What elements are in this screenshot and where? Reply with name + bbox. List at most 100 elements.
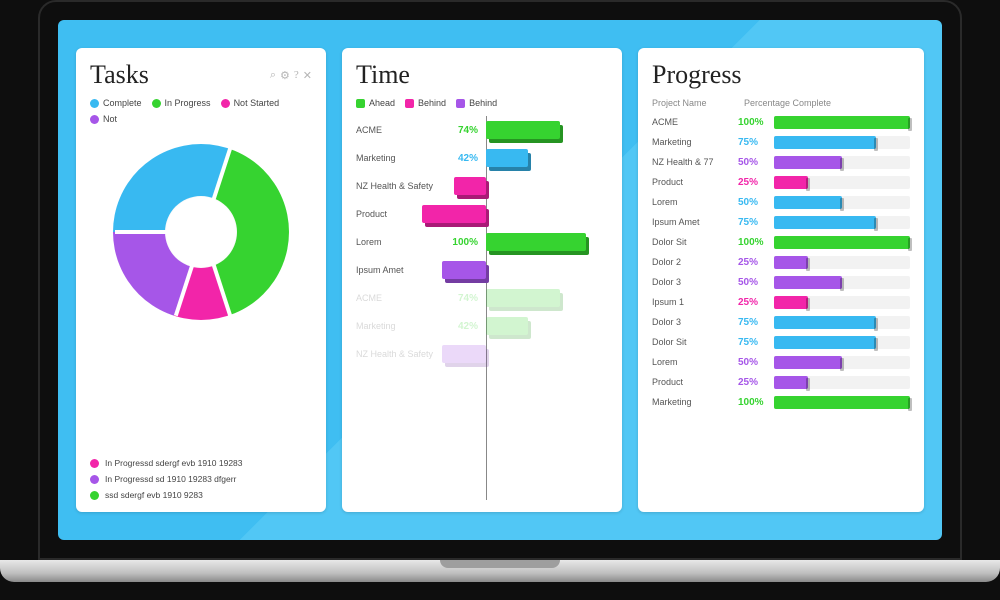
legend-item: Behind <box>405 98 446 108</box>
progress-header-pct: Percentage Complete <box>744 98 831 108</box>
progress-row-name: Ipsum Amet <box>652 217 732 227</box>
progress-row-pct: 100% <box>738 237 768 248</box>
close-icon[interactable]: ✕ <box>303 69 312 82</box>
time-row: NZ Health & Safety44% <box>356 340 608 368</box>
legend-label: Ahead <box>369 98 395 108</box>
time-row-label: NZ Health & Safety <box>356 181 440 191</box>
progress-row-pct: 50% <box>738 197 768 208</box>
legend-label: Not Started <box>234 98 280 108</box>
progress-row-pct: 75% <box>738 317 768 328</box>
laptop-frame: Tasks ⌕ ⚙ ? ✕ CompleteIn ProgressNot Sta… <box>38 0 962 560</box>
progress-fill <box>774 396 910 409</box>
progress-fill <box>774 356 842 369</box>
time-row-value: 74% <box>440 293 482 304</box>
time-bar <box>454 177 486 195</box>
progress-row: Ipsum Amet75% <box>652 212 910 232</box>
time-bar <box>442 345 486 363</box>
legend-swatch <box>90 99 99 108</box>
legend-label: Not <box>103 114 117 124</box>
progress-row: ACME 100% <box>652 112 910 132</box>
progress-fill <box>774 316 876 329</box>
progress-row-name: ACME <box>652 117 732 127</box>
legend-label: Behind <box>469 98 497 108</box>
progress-track <box>774 336 910 349</box>
progress-header: Project Name Percentage Complete <box>652 98 910 108</box>
progress-row-pct: 75% <box>738 337 768 348</box>
progress-fill <box>774 136 876 149</box>
legend-swatch <box>90 115 99 124</box>
progress-header-name: Project Name <box>652 98 732 108</box>
progress-fill <box>774 376 808 389</box>
time-bar <box>486 233 586 251</box>
tasks-card: Tasks ⌕ ⚙ ? ✕ CompleteIn ProgressNot Sta… <box>76 48 326 512</box>
progress-row: Ipsum 125% <box>652 292 910 312</box>
progress-fill <box>774 156 842 169</box>
progress-row: Dolor 3 75% <box>652 312 910 332</box>
tasks-title-row: Tasks ⌕ ⚙ ? ✕ <box>90 60 312 90</box>
progress-track <box>774 316 910 329</box>
progress-row: Dolor 225% <box>652 252 910 272</box>
search-icon[interactable]: ⌕ <box>270 69 276 82</box>
progress-track <box>774 136 910 149</box>
bullet-text: In Progressd sdergf evb 1910 19283 <box>105 458 243 468</box>
gear-icon[interactable]: ⚙ <box>280 69 290 82</box>
progress-row-pct: 25% <box>738 177 768 188</box>
time-bar <box>486 289 560 307</box>
progress-row-name: Lorem <box>652 197 732 207</box>
legend-label: Behind <box>418 98 446 108</box>
legend-item: Behind <box>456 98 497 108</box>
donut-chart <box>113 144 289 320</box>
time-chart-body: ACME74%Marketing42%NZ Health & Safety32%… <box>356 116 608 500</box>
progress-track <box>774 216 910 229</box>
time-row: NZ Health & Safety32% <box>356 172 608 200</box>
time-row-value: 42% <box>440 153 482 164</box>
progress-row-pct: 75% <box>738 137 768 148</box>
time-row-label: ACME <box>356 125 440 135</box>
progress-row-pct: 100% <box>738 117 768 128</box>
progress-row: Product25% <box>652 372 910 392</box>
bullet-swatch <box>90 475 99 484</box>
time-row: Lorem100% <box>356 228 608 256</box>
progress-row: Marketing 75% <box>652 132 910 152</box>
progress-fill <box>774 196 842 209</box>
time-bar <box>486 317 528 335</box>
time-card: Time AheadBehindBehind ACME74%Marketing4… <box>342 48 622 512</box>
legend-swatch <box>356 99 365 108</box>
progress-fill <box>774 256 808 269</box>
progress-row-name: Product <box>652 377 732 387</box>
progress-row: Dolor Sit 100% <box>652 232 910 252</box>
progress-row: Lorem 50% <box>652 352 910 372</box>
time-row: ACME74% <box>356 116 608 144</box>
progress-chart-body: ACME100%Marketing75%NZ Health & 7750%Pro… <box>652 112 910 412</box>
time-row: Marketing42% <box>356 312 608 340</box>
time-row-label: Marketing <box>356 153 440 163</box>
progress-fill <box>774 336 876 349</box>
time-row-value: 74% <box>440 125 482 136</box>
progress-fill <box>774 176 808 189</box>
progress-row-name: Marketing <box>652 137 732 147</box>
progress-track <box>774 156 910 169</box>
progress-track <box>774 256 910 269</box>
progress-row-name: Product <box>652 177 732 187</box>
progress-row-name: Dolor Sit <box>652 237 732 247</box>
progress-track <box>774 236 910 249</box>
bullet-row: ssd sdergf evb 1910 9283 <box>90 490 312 500</box>
time-legend: Ahead Behind Behind <box>356 98 608 108</box>
legend-swatch <box>456 99 465 108</box>
tasks-title: Tasks <box>90 60 149 90</box>
progress-row-name: Dolor 3 <box>652 317 732 327</box>
progress-row-pct: 50% <box>738 357 768 368</box>
laptop-base <box>0 560 1000 582</box>
progress-row: Lorem 50% <box>652 192 910 212</box>
time-row: Marketing42% <box>356 144 608 172</box>
help-icon[interactable]: ? <box>294 69 299 82</box>
time-bar <box>442 261 486 279</box>
time-row: Ipsum Amet44% <box>356 256 608 284</box>
progress-fill <box>774 236 910 249</box>
progress-track <box>774 376 910 389</box>
progress-row-pct: 50% <box>738 277 768 288</box>
time-row-label: NZ Health & Safety <box>356 349 440 359</box>
progress-row-name: Lorem <box>652 357 732 367</box>
time-title: Time <box>356 60 608 90</box>
legend-item: In Progress <box>152 98 211 108</box>
